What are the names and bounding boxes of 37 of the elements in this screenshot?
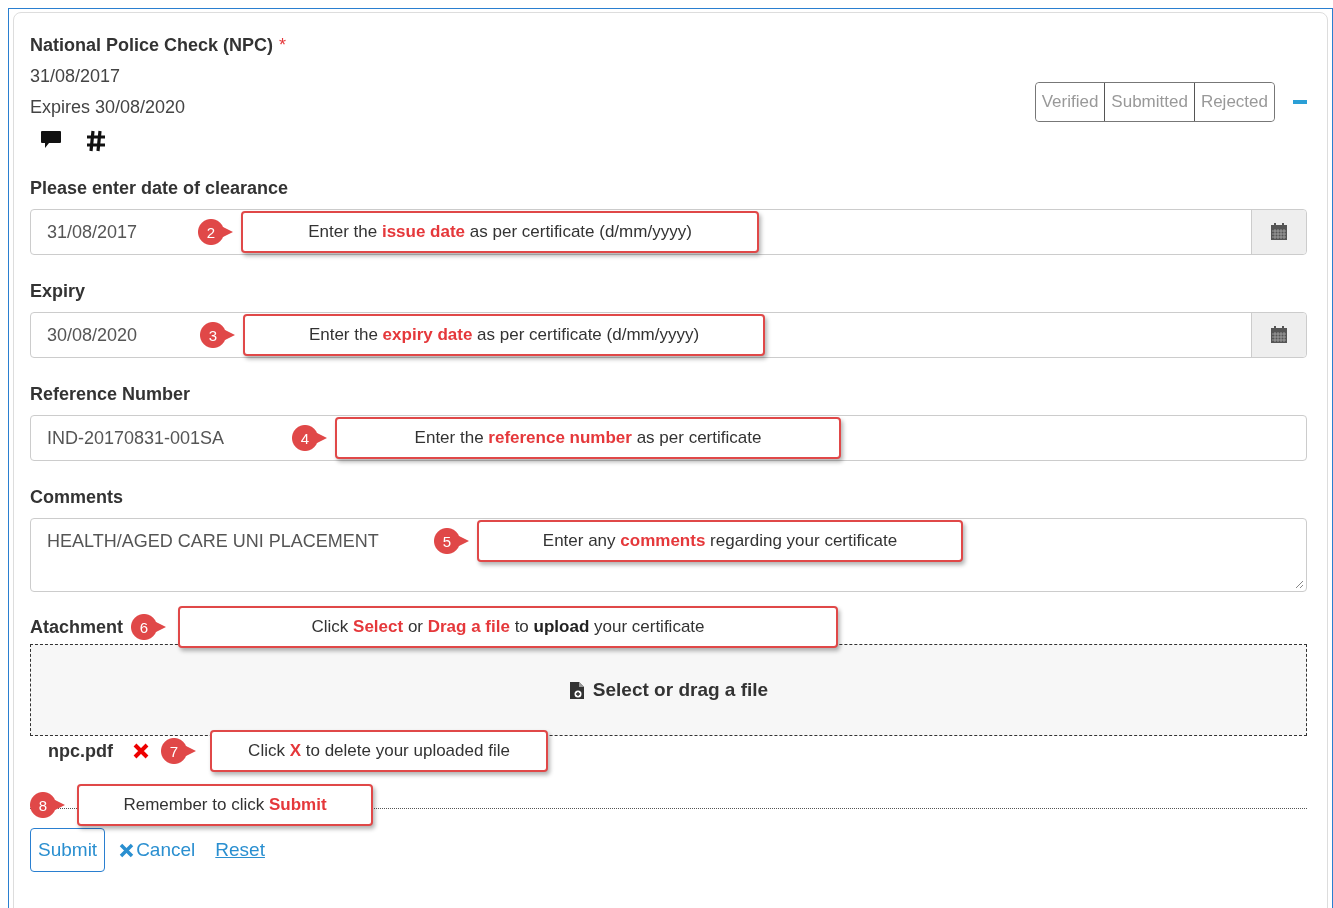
callout-text: Click X to delete your uploaded file (210, 730, 548, 772)
cancel-link[interactable]: Cancel (119, 839, 196, 861)
callout-text: Enter the reference number as per certificate (335, 417, 841, 459)
step-marker: 7 (161, 737, 196, 765)
callout-text: Click Select or Drag a file to upload your certificate (178, 606, 838, 648)
step-marker: 6 (131, 613, 166, 641)
calendar-icon[interactable] (1270, 326, 1288, 344)
step-marker: 3 (200, 321, 235, 349)
step-marker: 5 (434, 527, 469, 555)
reset-link[interactable]: Reset (215, 839, 265, 861)
callout-text: Enter the expiry date as per certificate (d/mm/yyyy) (243, 314, 765, 356)
field-label: Comments (30, 487, 124, 508)
callout-text: Enter any comments regarding your certificate (477, 520, 963, 562)
file-icon (568, 680, 585, 700)
status-button[interactable]: Rejected (1193, 83, 1274, 121)
step-marker: 8 (30, 791, 65, 819)
issue-date: 31/08/2017 (30, 66, 122, 87)
delete-icon[interactable] (133, 743, 149, 759)
step-marker: 2 (198, 218, 233, 246)
field-label: Atachment (30, 616, 123, 638)
field-label: Reference Number (30, 384, 192, 405)
file-name: npc.pdf (48, 740, 113, 762)
form-title: National Police Check (NPC) (30, 35, 274, 56)
cross-icon (119, 842, 135, 858)
callout-text: Enter the issue date as per certificate (d/mm/yyyy) (241, 211, 759, 253)
resize-grip-icon[interactable] (1294, 579, 1304, 589)
step-marker: 4 (292, 424, 327, 452)
hash-icon[interactable] (86, 130, 106, 152)
file-dropzone[interactable]: Select or drag a file (30, 644, 1307, 736)
calendar-icon[interactable] (1270, 223, 1288, 241)
required-mark: * (279, 35, 287, 56)
field-label: Please enter date of clearance (30, 178, 290, 199)
expiry-date: Expires 30/08/2020 (30, 97, 187, 118)
submit-button[interactable]: Submit (30, 828, 106, 872)
callout-text: Remember to click Submit (77, 784, 373, 826)
field-label: Expiry (30, 281, 87, 302)
comment-icon[interactable] (40, 130, 62, 150)
